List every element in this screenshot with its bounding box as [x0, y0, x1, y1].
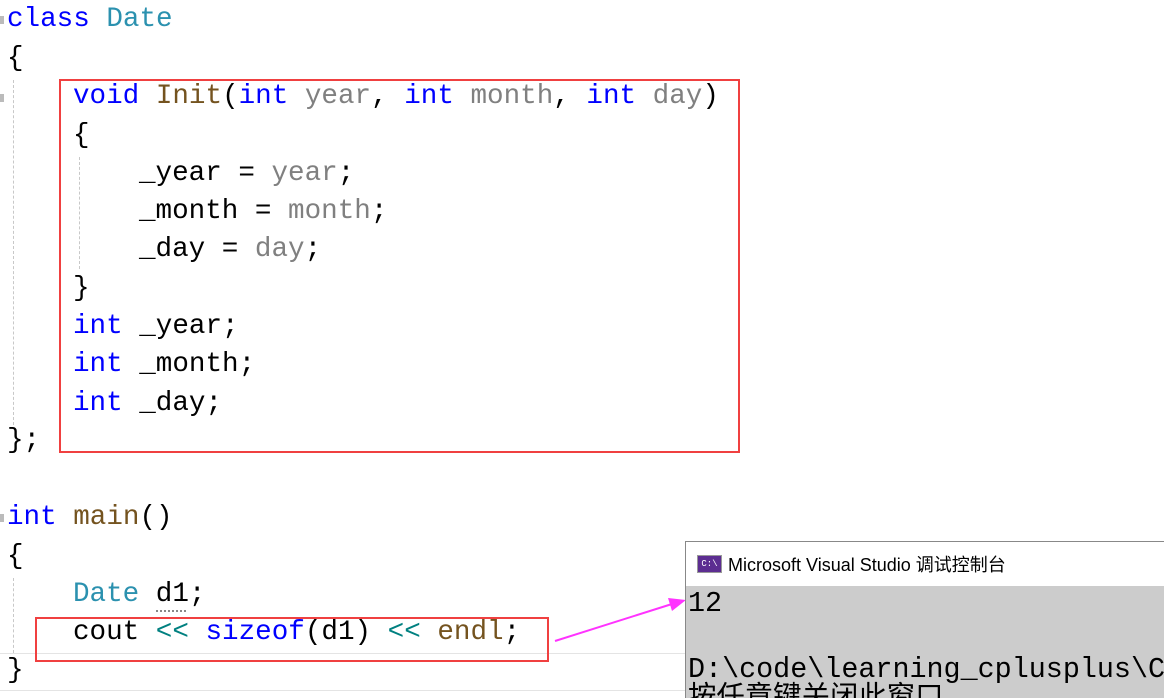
arrow-line [554, 603, 673, 642]
console-app-icon: C:\ [697, 555, 722, 573]
console-title: Microsoft Visual Studio 调试控制台 [728, 555, 1006, 575]
arrow-head [668, 598, 686, 611]
debug-console-window[interactable]: C:\ Microsoft Visual Studio 调试控制台 12 D:\… [685, 541, 1164, 698]
console-output-line: 12 [688, 587, 723, 620]
console-title-bar[interactable]: C:\ Microsoft Visual Studio 调试控制台 [686, 542, 1164, 586]
console-output-line: 按任意键关闭此窗口 [688, 682, 944, 698]
